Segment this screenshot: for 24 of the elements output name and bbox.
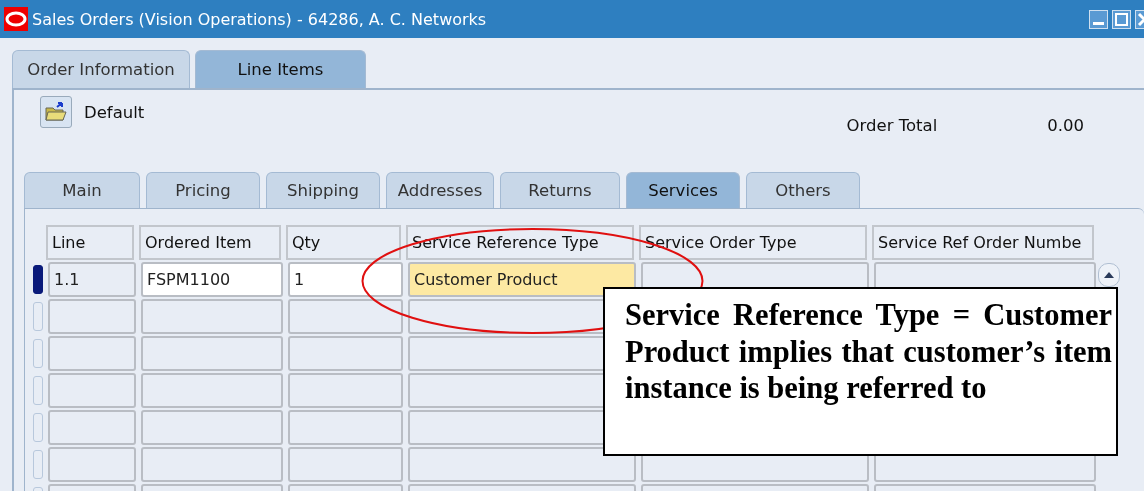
order-total-value: 0.00 xyxy=(1047,116,1084,137)
column-header: Line xyxy=(46,225,134,260)
column-header: Service Reference Type xyxy=(406,225,634,260)
tab[interactable]: Main xyxy=(24,172,140,208)
table-cell[interactable]: 1 xyxy=(288,262,403,297)
tab[interactable]: Pricing xyxy=(146,172,260,208)
callout-text: Service Reference Type = Customer Product implies that customer’s item instance is being referred to xyxy=(625,297,1112,407)
column-header: Ordered Item xyxy=(139,225,281,260)
column-header: Service Order Type xyxy=(639,225,867,260)
tab[interactable]: Addresses xyxy=(386,172,494,208)
default-label: Default xyxy=(84,102,145,122)
table-cell[interactable]: Customer Product xyxy=(408,262,636,297)
table-cell[interactable]: 1.1 xyxy=(48,262,136,297)
column-header: Service Ref Order Numbe xyxy=(872,225,1094,260)
tab[interactable]: Others xyxy=(746,172,860,208)
tab[interactable]: Order Information xyxy=(12,50,190,88)
tab[interactable]: Returns xyxy=(500,172,620,208)
tab[interactable]: Services xyxy=(626,172,740,208)
tab[interactable]: Shipping xyxy=(266,172,380,208)
column-header: Qty xyxy=(286,225,401,260)
order-total-label: Order Total xyxy=(846,116,938,137)
window-title: Sales Orders (Vision Operations) - 64286, A. C. Networks xyxy=(32,9,488,29)
table-cell[interactable]: FSPM1100 xyxy=(141,262,283,297)
tab[interactable]: Line Items xyxy=(195,50,366,88)
